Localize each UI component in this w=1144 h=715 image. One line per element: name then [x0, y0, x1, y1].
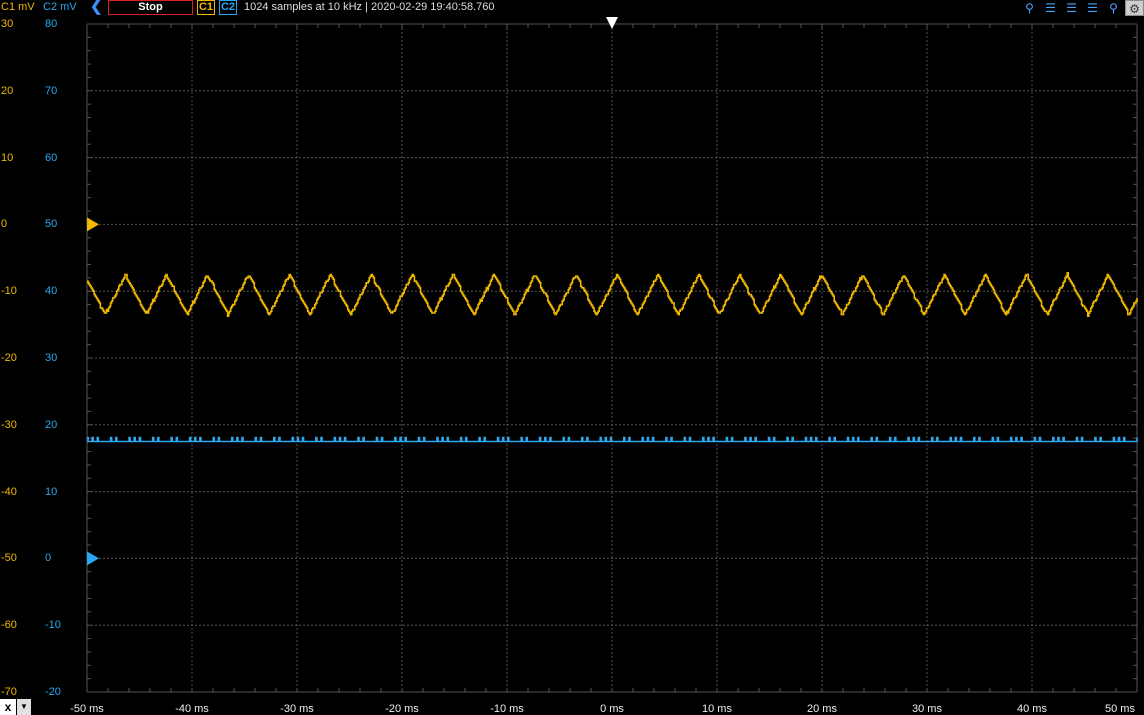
c2-tick-label: 50 — [45, 218, 58, 231]
c1-tick-label: -60 — [1, 619, 17, 632]
c2-offset-marker[interactable] — [87, 551, 99, 566]
time-tick-label: -30 ms — [280, 703, 314, 715]
grid — [86, 23, 1138, 693]
c1-tick-label: 10 — [1, 151, 14, 164]
chevron-down-icon[interactable]: ▼ — [17, 699, 31, 715]
time-tick-label: -40 ms — [175, 703, 209, 715]
scope-plot[interactable] — [0, 0, 1144, 715]
c1-tick-label: -20 — [1, 352, 17, 364]
time-tick-label: -50 ms — [70, 703, 104, 715]
trigger-marker[interactable] — [606, 17, 618, 29]
c1-tick-label: -70 — [1, 686, 17, 698]
c1-tick-label: -40 — [1, 485, 17, 498]
c2-tick-label: 0 — [45, 552, 52, 565]
c1-tick-label: 20 — [1, 84, 14, 97]
c2-tick-label: -10 — [45, 619, 61, 632]
time-tick-label: 50 ms — [1105, 703, 1135, 715]
time-tick-label: -10 ms — [490, 703, 524, 715]
c2-tick-label: 40 — [45, 285, 58, 298]
x-axis-button[interactable]: x — [0, 699, 16, 715]
time-tick-label: 0 ms — [600, 703, 624, 715]
c1-tick-label: -10 — [1, 285, 17, 298]
c1-offset-marker[interactable] — [87, 217, 99, 232]
time-tick-label: 30 ms — [912, 703, 942, 715]
c2-tick-label: 20 — [45, 418, 58, 431]
c2-tick-label: 60 — [45, 151, 58, 164]
time-tick-label: -20 ms — [385, 703, 419, 715]
c1-tick-label: 0 — [1, 218, 8, 231]
time-tick-label: 10 ms — [702, 703, 732, 715]
c2-trace — [87, 436, 1138, 443]
c2-tick-label: 70 — [45, 84, 58, 97]
time-tick-label: 40 ms — [1017, 703, 1047, 715]
c2-tick-label: 80 — [45, 18, 58, 30]
c2-tick-label: -20 — [45, 686, 61, 698]
c1-tick-label: 30 — [1, 18, 14, 30]
c1-tick-label: -50 — [1, 552, 17, 565]
c2-tick-label: 30 — [45, 352, 58, 364]
c2-tick-label: 10 — [45, 485, 58, 498]
time-tick-label: 20 ms — [807, 703, 837, 715]
c1-tick-label: -30 — [1, 418, 17, 431]
